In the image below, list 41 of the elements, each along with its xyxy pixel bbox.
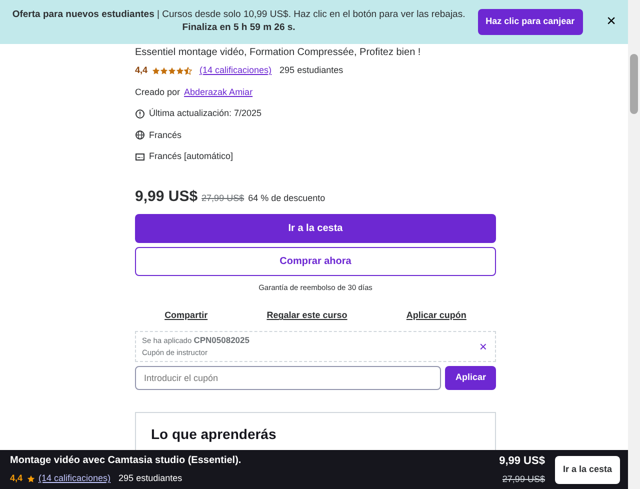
discount-text: 64 % de descuento bbox=[248, 192, 326, 204]
price: 9,99 US$ bbox=[499, 454, 545, 468]
remove-coupon-button[interactable]: × bbox=[477, 340, 489, 353]
close-button[interactable]: × bbox=[604, 14, 618, 30]
countdown-text: Finaliza en 5 h 59 m 26 s. bbox=[181, 22, 296, 35]
action-link[interactable]: Regalar este curso bbox=[266, 309, 348, 323]
meta-text: Francés bbox=[149, 128, 182, 142]
buy-now-button[interactable]: Comprar ahora bbox=[135, 247, 496, 276]
coupon-field[interactable]: Introducir el cupón bbox=[135, 366, 442, 390]
star-icon bbox=[160, 66, 168, 75]
rating-value: 4,4 bbox=[10, 472, 23, 486]
star-icon bbox=[26, 475, 35, 483]
redeem-button[interactable]: Haz clic para canjear bbox=[478, 9, 583, 35]
meta-text: Francés [automático] bbox=[149, 150, 234, 163]
star-icon bbox=[184, 66, 192, 75]
price: 9,99 US$ bbox=[135, 186, 198, 206]
ratings-link[interactable]: (14 calificaciones) bbox=[200, 64, 272, 78]
students-count: 295 estudiantes bbox=[118, 472, 182, 486]
created-by-label: Creado por bbox=[135, 86, 180, 99]
course-title: Montage vidéo avec Camtasia studio (Essentiel). bbox=[10, 454, 242, 468]
rating-value: 4,4 bbox=[135, 64, 148, 77]
star-icon bbox=[176, 66, 184, 75]
star-icon bbox=[152, 66, 160, 75]
meta-text: Última actualización: 7/2025 bbox=[149, 107, 262, 120]
globe-icon bbox=[135, 130, 145, 140]
students-count: 295 estudiantes bbox=[280, 64, 344, 77]
captions-icon bbox=[135, 152, 145, 162]
cart-button[interactable]: Ir a la cesta bbox=[554, 456, 620, 484]
action-link[interactable]: Compartir bbox=[164, 309, 208, 323]
old-price: 27,99 US$ bbox=[501, 473, 545, 486]
apply-button[interactable]: Aplicar bbox=[445, 366, 496, 390]
ratings-link[interactable]: (14 calificaciones) bbox=[38, 472, 111, 486]
alert-icon bbox=[135, 108, 145, 119]
cart-button[interactable]: Ir a la cesta bbox=[135, 214, 496, 243]
action-link[interactable]: Aplicar cupón bbox=[406, 309, 466, 323]
promo-text: Oferta para nuevos estudiantes | Cursos desde solo 10,99 US$. Haz clic en el botón para ver las rebajas. bbox=[11, 9, 466, 22]
star-icon bbox=[168, 66, 176, 75]
section-title: Lo que aprenderás bbox=[151, 426, 278, 441]
old-price: 27,99 US$ bbox=[202, 192, 244, 204]
author-link[interactable]: Abderazak Amiar bbox=[184, 86, 253, 99]
course-subtitle: Essentiel montage vidéo, Formation Compressée, Profitez bien ! bbox=[135, 46, 422, 60]
